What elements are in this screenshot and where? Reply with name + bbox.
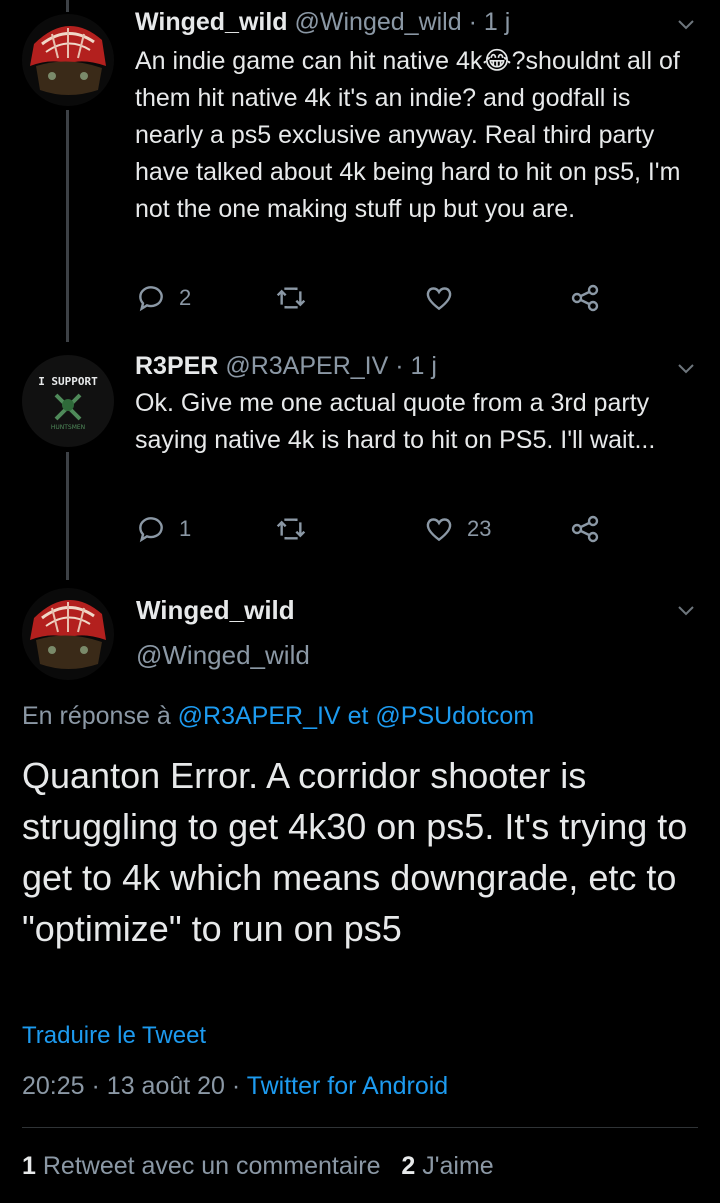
reply-prefix: En réponse à [22,702,171,730]
mention-link[interactable]: @R3APER_IV [178,702,341,730]
user-handle[interactable]: @R3APER_IV [225,352,388,380]
chevron-down-icon[interactable] [676,358,696,378]
reply-count: 1 [179,516,192,541]
avatar-subtext: HUNTSMEN [51,424,85,431]
user-handle[interactable]: @Winged_wild [136,640,310,671]
reply-and: et [347,702,369,730]
thread-line [66,110,69,342]
tweet-text: Ok. Give me one actual quote from a 3rd … [135,389,656,454]
like-button[interactable]: 23 [423,509,491,549]
chevron-down-icon[interactable] [676,600,696,620]
like-label: J'aime [422,1152,494,1180]
tweet-actions: 1 23 [135,509,615,549]
display-name[interactable]: Winged_wild [136,595,295,626]
display-name[interactable]: Winged_wild [135,8,288,36]
like-icon [426,287,452,311]
tweet-header: Winged_wild @Winged_wild · 1 j [135,6,510,38]
retweet-button[interactable] [275,278,319,318]
retweet-button[interactable] [275,509,319,549]
thread-line [66,452,69,580]
retweet-icon [276,518,306,540]
tweet-text: Quanton Error. A corridor shooter is str… [22,755,688,949]
tweet-meta: 20:25 · 13 août 20 · Twitter for Android [22,1072,448,1101]
share-button[interactable] [569,509,601,549]
reply-icon [139,286,163,312]
display-name[interactable]: R3PER [135,352,218,380]
chevron-down-icon[interactable] [676,14,696,34]
tweet-time[interactable]: · 1 j [469,8,511,36]
retweet-label: Retweet avec un commentaire [42,1152,381,1180]
tweet-text: An indie game can hit native 4k😂?shouldn… [135,47,681,223]
retweet-icon [276,287,306,309]
retweet-count: 1 [22,1152,36,1180]
avatar[interactable]: I SUPPORT HUNTSMEN [22,355,114,447]
reply-button[interactable]: 1 [135,509,191,549]
mention-link[interactable]: @PSUdotcom [375,702,534,730]
likes-stat[interactable]: 2 J'aime [401,1152,493,1180]
divider [22,1127,698,1128]
avatar-text: I SUPPORT [38,375,98,388]
user-handle[interactable]: @Winged_wild [295,8,462,36]
like-count: 2 [401,1152,416,1180]
tweet-time[interactable]: · 1 j [395,352,437,380]
thread-line [66,0,69,12]
tweet-stats: 1 Retweet avec un commentaire 2 J'aime [22,1152,494,1181]
avatar[interactable] [22,14,114,106]
like-button[interactable] [423,278,467,318]
reply-count: 2 [179,285,192,310]
reply-button[interactable]: 2 [135,278,191,318]
tweet-header: R3PER @R3APER_IV · 1 j [135,350,437,382]
retweets-stat[interactable]: 1 Retweet avec un commentaire [22,1152,381,1180]
avatar[interactable] [22,588,114,680]
tweet-actions: 2 [135,278,615,318]
like-count: 23 [467,516,492,541]
tweet-date: · 13 août 20 · [91,1072,241,1100]
like-icon [426,518,452,542]
tweet-time: 20:25 [22,1072,85,1100]
translate-link[interactable]: Traduire le Tweet [22,1022,206,1050]
share-button[interactable] [569,278,601,318]
reply-icon [139,517,163,543]
share-icon [571,284,599,312]
share-icon [571,515,599,543]
tweet-source[interactable]: Twitter for Android [247,1072,448,1100]
reply-context: En réponse à @R3APER_IV et @PSUdotcom [22,702,534,731]
